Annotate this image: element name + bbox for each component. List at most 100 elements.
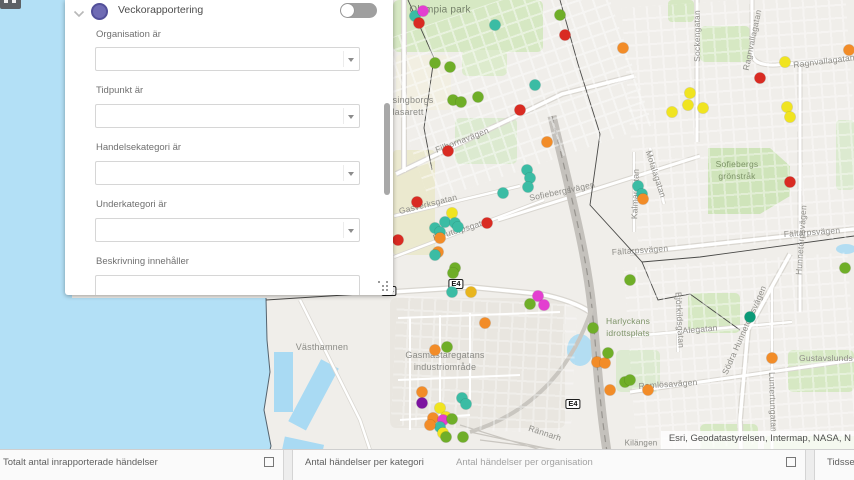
underkategori-select[interactable] [95,218,360,242]
incident-dot[interactable] [430,58,441,69]
widget-title: Tidsseri [827,457,854,468]
incident-dot[interactable] [530,80,541,91]
incident-dot[interactable] [588,323,599,334]
incident-dot[interactable] [445,62,456,73]
incident-dot[interactable] [638,194,649,205]
incident-dot[interactable] [780,57,791,68]
tidpunkt-select[interactable] [95,104,360,128]
filter-toggle[interactable] [340,3,377,18]
map-label: idrottsplats [606,328,650,338]
map-label: Kilängen [625,439,658,448]
app-window: Olympia parklsingborgslasarettFilbornavä… [0,0,854,480]
incident-dot[interactable] [667,107,678,118]
incident-dot[interactable] [458,432,469,443]
filter-title: Veckorapportering [118,4,203,16]
incident-dot[interactable] [525,299,536,310]
map-label: Harlyckans [606,316,650,326]
incident-dot[interactable] [603,348,614,359]
incident-dot[interactable] [442,342,453,353]
incident-dot[interactable] [625,375,636,386]
incident-dot[interactable] [480,318,491,329]
widget-title-organisation: Antal händelser per organisation [456,457,593,468]
incident-dot[interactable] [618,43,629,54]
field-label-organisation: Organisation är [96,29,161,40]
incident-dot[interactable] [461,399,472,410]
incident-dot[interactable] [453,222,464,233]
beskrivning-input[interactable] [95,275,360,295]
incident-dot[interactable] [698,103,709,114]
handelsekategori-select[interactable] [95,161,360,185]
expand-icon[interactable] [264,457,274,467]
incident-dot[interactable] [840,263,851,274]
incident-dot[interactable] [447,414,458,425]
organisation-select[interactable] [95,47,360,71]
incident-dot[interactable] [473,92,484,103]
incident-dot[interactable] [605,385,616,396]
incident-dot[interactable] [539,300,550,311]
incident-dot[interactable] [412,197,423,208]
panel-scrollbar[interactable] [384,103,390,195]
widget-timeseries[interactable]: Tidsseri [815,450,854,480]
chevron-down-icon[interactable] [348,58,354,62]
incident-dot[interactable] [447,287,458,298]
field-label-underkategori: Underkategori är [96,199,167,210]
incident-dot[interactable] [745,312,756,323]
incident-dot[interactable] [785,112,796,123]
incident-dot[interactable] [417,387,428,398]
incident-dot[interactable] [435,233,446,244]
incident-dot[interactable] [441,432,452,443]
widget-title: Totalt antal inrapporterade händelser [3,457,158,468]
incident-dot[interactable] [425,420,436,431]
incident-dot[interactable] [443,146,454,157]
incident-dot[interactable] [643,385,654,396]
incident-dot[interactable] [683,100,694,111]
collapse-chevron-icon[interactable] [73,5,85,23]
incident-dot[interactable] [498,188,509,199]
incident-dot[interactable] [755,73,766,84]
bar-divider [805,450,815,480]
incident-dot[interactable] [466,287,477,298]
map-label: lsingborgs [390,95,433,105]
map-attribution: Esri, Geodatastyrelsen, Intermap, NASA, … [661,431,854,449]
incident-dot[interactable] [414,18,425,29]
map-tool-icon[interactable] [0,0,21,9]
incident-dot[interactable] [448,268,459,279]
panel-resize-grip[interactable] [378,281,389,292]
chevron-down-icon[interactable] [348,229,354,233]
field-label-beskrivning: Beskrivning innehåller [96,256,189,267]
incident-dot[interactable] [393,235,404,246]
incident-dot[interactable] [560,30,571,41]
chevron-down-icon[interactable] [348,115,354,119]
map-label: Västhamnen [296,342,349,352]
incident-dot[interactable] [523,182,534,193]
incident-dot[interactable] [600,358,611,369]
incident-dot[interactable] [417,398,428,409]
incident-dot[interactable] [542,137,553,148]
map-label: Luntertungatan [767,372,779,432]
filter-panel: Veckorapportering Organisation är Tidpun… [65,0,393,295]
map-label: lasarett [392,107,423,117]
incident-dot[interactable] [767,353,778,364]
map-label: industriområde [414,362,476,372]
toggle-knob [341,4,354,17]
incident-dot[interactable] [456,97,467,108]
widget-total-events[interactable]: Totalt antal inrapporterade händelser [0,450,283,480]
incident-dot[interactable] [515,105,526,116]
incident-dot[interactable] [844,45,854,56]
incident-dot[interactable] [625,275,636,286]
widget-events-by-category[interactable]: Antal händelser per kategori Antal hände… [293,450,805,480]
incident-dot[interactable] [418,6,429,17]
incident-dot[interactable] [430,250,441,261]
bottom-widget-bar: Totalt antal inrapporterade händelser An… [0,449,854,480]
incident-dot[interactable] [555,10,566,21]
incident-dot[interactable] [685,88,696,99]
map-label: Sofiebergs [716,159,759,169]
incident-dot[interactable] [430,345,441,356]
road-shield-e4: E4 [565,399,580,409]
incident-dot[interactable] [785,177,796,188]
incident-dot[interactable] [482,218,493,229]
expand-icon[interactable] [786,457,796,467]
chevron-down-icon[interactable] [348,172,354,176]
bar-divider [283,450,293,480]
incident-dot[interactable] [490,20,501,31]
